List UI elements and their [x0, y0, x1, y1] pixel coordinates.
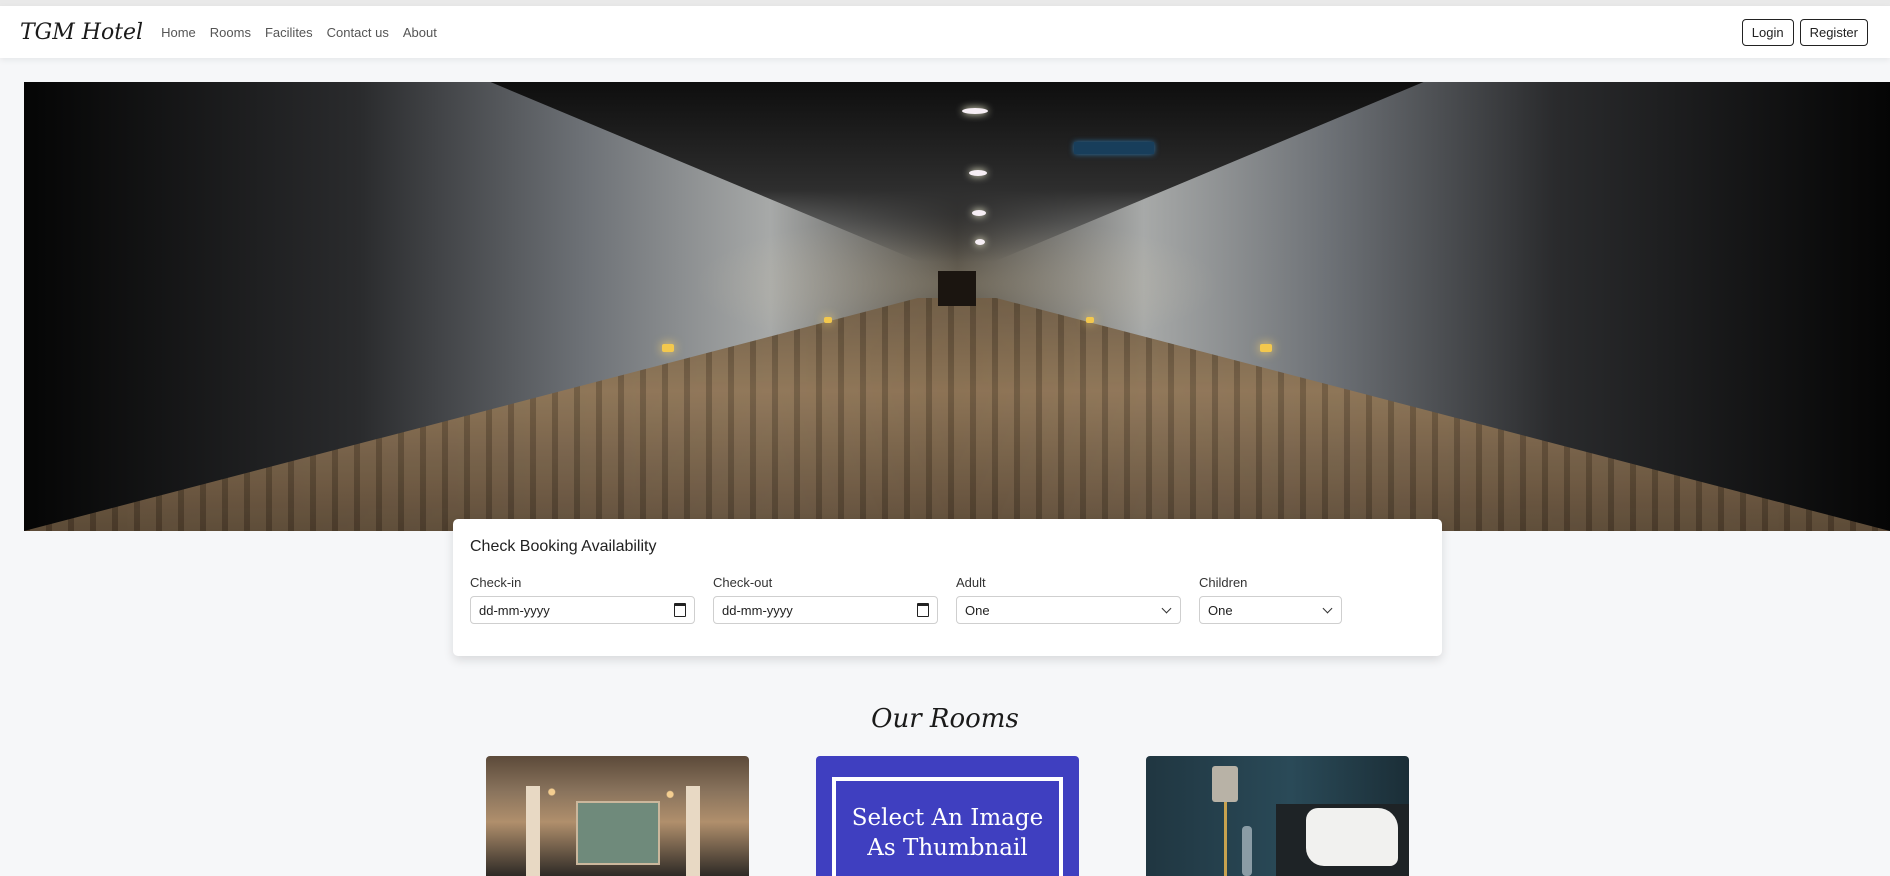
register-button[interactable]: Register: [1799, 18, 1868, 46]
wall-sconce: [662, 344, 674, 352]
nav-link-home[interactable]: Home: [161, 25, 196, 40]
room-card-image[interactable]: [486, 756, 749, 876]
ceiling-light: [975, 239, 985, 245]
nav-links: Home Rooms Facilites Contact us About: [161, 25, 437, 40]
adult-select[interactable]: One: [956, 596, 1181, 624]
nav-link-rooms[interactable]: Rooms: [210, 25, 251, 40]
checkout-label: Check-out: [713, 575, 773, 590]
pillow: [1306, 808, 1398, 866]
children-select[interactable]: One: [1199, 596, 1342, 624]
wall-sconce: [1086, 317, 1094, 323]
adult-field: Adult One: [956, 575, 1181, 624]
room-pillar: [526, 786, 540, 876]
hero-floor: [24, 297, 1890, 531]
nav-link-about[interactable]: About: [403, 25, 437, 40]
children-field: Children One: [1199, 575, 1342, 624]
adult-selected-value: One: [965, 602, 990, 618]
nav-link-facilities[interactable]: Facilites: [265, 25, 313, 40]
chevron-down-icon: [1161, 603, 1172, 613]
children-selected-value: One: [1208, 602, 1233, 618]
checkout-input[interactable]: dd-mm-yyyy: [713, 596, 938, 624]
navbar: TGM Hotel Home Rooms Facilites Contact u…: [0, 6, 1890, 58]
room-window: [576, 801, 660, 865]
adult-label: Adult: [956, 575, 986, 590]
nav-link-contact[interactable]: Contact us: [327, 25, 389, 40]
lamp-stem: [1224, 802, 1227, 876]
login-button[interactable]: Login: [1741, 18, 1794, 46]
checkin-field: Check-in dd-mm-yyyy: [470, 575, 695, 624]
children-label: Children: [1199, 575, 1248, 590]
auth-buttons: Login Register: [1741, 18, 1868, 46]
room-card-image[interactable]: Select An Image As Thumbnail: [816, 756, 1079, 876]
thumbnail-placeholder-line1: Select An Image: [851, 805, 1044, 831]
checkin-input[interactable]: dd-mm-yyyy: [470, 596, 695, 624]
chevron-down-icon: [1322, 603, 1333, 613]
checkin-value: dd-mm-yyyy: [479, 602, 550, 618]
checkin-label: Check-in: [470, 575, 522, 590]
hero-corridor-end: [938, 270, 976, 307]
room-pillar: [686, 786, 700, 876]
ceiling-light: [969, 170, 987, 176]
wall-sconce: [824, 317, 832, 323]
lamp-icon: [1212, 766, 1238, 802]
room-card-image[interactable]: [1146, 756, 1409, 876]
ceiling-light: [972, 210, 986, 216]
hero-ceiling: [490, 82, 1424, 262]
rooms-section-title: Our Rooms: [871, 704, 1019, 734]
hero-carousel-image: [24, 82, 1890, 531]
calendar-icon[interactable]: [917, 603, 929, 617]
bottle: [1242, 826, 1252, 876]
thumbnail-placeholder: Select An Image As Thumbnail: [832, 777, 1063, 876]
booking-availability-card: Check Booking Availability Check-in dd-m…: [453, 519, 1442, 656]
checkout-value: dd-mm-yyyy: [722, 602, 793, 618]
checkout-field: Check-out dd-mm-yyyy: [713, 575, 938, 624]
booking-title: Check Booking Availability: [470, 538, 657, 555]
brand-logo[interactable]: TGM Hotel: [20, 20, 143, 45]
ceiling-light: [962, 108, 988, 114]
calendar-icon[interactable]: [674, 603, 686, 617]
thumbnail-placeholder-line2: As Thumbnail: [867, 835, 1028, 861]
wall-sconce: [1260, 344, 1272, 352]
exit-sign: [1074, 142, 1154, 154]
